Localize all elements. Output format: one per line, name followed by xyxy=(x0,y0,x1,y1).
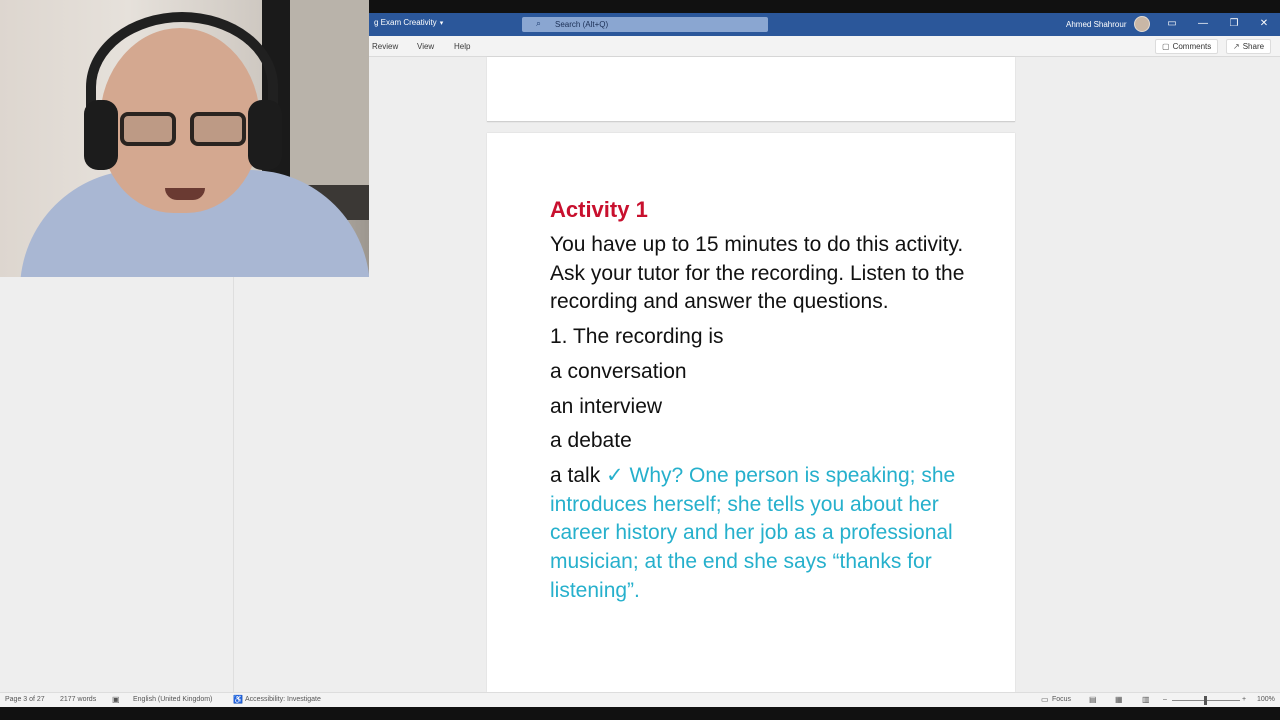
current-page[interactable]: Activity 1 You have up to 15 minutes to … xyxy=(487,133,1015,692)
status-bar: Page 3 of 27 2177 words ▣ English (Unite… xyxy=(0,692,1280,707)
option-debate: a debate xyxy=(550,429,632,453)
zoom-level[interactable]: 100% xyxy=(1257,696,1275,703)
word-count[interactable]: 2177 words xyxy=(60,696,96,703)
proofing-icon[interactable]: ▣ xyxy=(112,695,120,704)
search-box[interactable]: ⌕ Search (Alt+Q) xyxy=(522,17,768,32)
glasses-left-lens xyxy=(120,112,176,146)
question-1: 1. The recording is xyxy=(550,325,724,349)
user-name[interactable]: Ahmed Shahrour xyxy=(1066,20,1126,29)
restore-icon[interactable]: ❐ xyxy=(1224,16,1244,32)
comments-button[interactable]: ▢ Comments xyxy=(1155,39,1219,54)
accessibility-icon: ♿ xyxy=(233,695,243,704)
webcam-overlay xyxy=(0,0,369,277)
pane-divider xyxy=(233,277,234,692)
option-conversation: a conversation xyxy=(550,359,687,383)
instruction-paragraph: You have up to 15 minutes to do this act… xyxy=(550,233,965,314)
document-title[interactable]: g Exam Creativity ▾ xyxy=(374,18,443,27)
headset-left-earcup xyxy=(84,100,118,170)
web-layout-icon[interactable]: ▥ xyxy=(1142,695,1150,704)
share-icon: ↗ xyxy=(1233,42,1240,51)
check-mark-icon: ✓ xyxy=(606,463,624,487)
accessibility-status[interactable]: Accessibility: Investigate xyxy=(245,696,321,703)
comments-label: Comments xyxy=(1172,42,1212,51)
activity-heading: Activity 1 xyxy=(550,197,648,222)
page-count[interactable]: Page 3 of 27 xyxy=(5,696,45,703)
bottom-black-strip xyxy=(0,707,1280,720)
glasses-right-lens xyxy=(190,112,246,146)
zoom-out-icon[interactable]: – xyxy=(1163,696,1167,703)
focus-button[interactable]: Focus xyxy=(1052,696,1071,703)
focus-icon: ▭ xyxy=(1041,695,1049,704)
zoom-in-icon[interactable]: + xyxy=(1242,696,1246,703)
previous-page[interactable] xyxy=(487,57,1015,122)
option-talk-label: a talk xyxy=(550,463,601,487)
option-interview: an interview xyxy=(550,394,663,418)
webcam-shelf xyxy=(290,0,369,190)
print-layout-icon[interactable]: ▦ xyxy=(1115,695,1123,704)
page-body[interactable]: Activity 1 You have up to 15 minutes to … xyxy=(550,195,970,611)
search-icon: ⌕ xyxy=(536,18,542,28)
ribbon-display-icon[interactable]: ▭ xyxy=(1162,16,1182,32)
tab-review[interactable]: Review xyxy=(372,42,398,51)
comment-icon: ▢ xyxy=(1162,42,1170,51)
minimize-icon[interactable]: — xyxy=(1193,16,1213,32)
zoom-slider-thumb[interactable] xyxy=(1204,696,1207,705)
chevron-down-icon: ▾ xyxy=(439,20,444,27)
glasses-icon xyxy=(120,112,250,150)
read-mode-icon[interactable]: ▤ xyxy=(1089,695,1097,704)
document-title-text: g Exam Creativity xyxy=(374,18,437,27)
avatar[interactable] xyxy=(1134,16,1150,32)
search-placeholder: Search (Alt+Q) xyxy=(555,20,609,29)
language-indicator[interactable]: English (United Kingdom) xyxy=(133,696,212,703)
close-icon[interactable]: ✕ xyxy=(1254,16,1274,32)
tab-view[interactable]: View xyxy=(417,42,434,51)
share-label: Share xyxy=(1242,42,1265,51)
tab-help[interactable]: Help xyxy=(454,42,470,51)
webcam-person-mouth xyxy=(165,188,205,200)
option-talk: a talk ✓ Why? One person is speaking; sh… xyxy=(550,462,970,606)
share-button[interactable]: ↗ Share xyxy=(1226,39,1272,54)
headset-right-earcup xyxy=(248,100,282,170)
